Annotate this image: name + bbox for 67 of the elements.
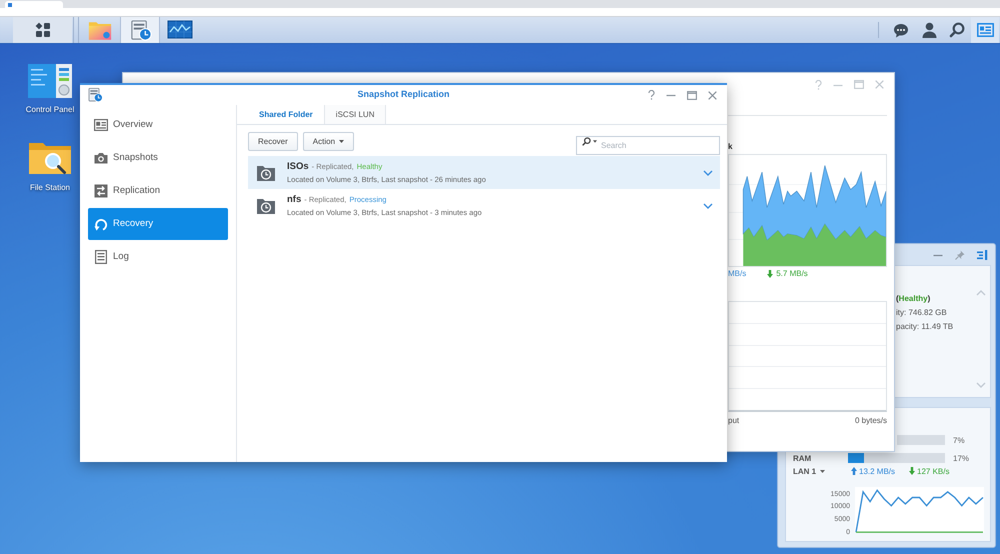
- caret-icon: [820, 470, 826, 472]
- legend-text: put: [728, 417, 740, 425]
- close-icon[interactable]: [708, 90, 717, 100]
- upload-rate: 13.2 MB/s: [859, 466, 896, 476]
- folder-name: nfs: [287, 194, 302, 204]
- sidebar-item[interactable]: Log: [88, 241, 228, 273]
- help-icon[interactable]: [815, 80, 822, 90]
- control-panel-icon: [28, 64, 72, 98]
- down-arrow-icon: [767, 270, 774, 278]
- colorful-folder-icon: [88, 20, 112, 40]
- main-menu-button[interactable]: [13, 17, 72, 43]
- capacity-text: ity: 746.82 GB: [896, 308, 948, 317]
- user-icon: [922, 22, 936, 38]
- id-card-icon: [94, 119, 108, 131]
- chart-monitor-icon: [167, 20, 193, 40]
- favicon-icon: [8, 2, 12, 6]
- browser-tab[interactable]: [5, 1, 63, 8]
- throughput-value: 0 bytes/s: [854, 417, 887, 425]
- help-icon[interactable]: [648, 90, 655, 100]
- desktop-shortcut[interactable]: File Station: [28, 140, 72, 192]
- panel-toggle-icon[interactable]: [977, 250, 988, 260]
- up-arrow-icon: [851, 467, 857, 475]
- down-arrow-icon: [909, 467, 916, 475]
- dropdown-button[interactable]: Action: [302, 132, 354, 151]
- sidebar-item[interactable]: Replication: [88, 175, 228, 207]
- document-list-icon: [95, 250, 107, 264]
- volume-status: (Healthy): [896, 294, 932, 303]
- upload-rate: MB/s: [728, 270, 746, 278]
- desktop-shortcut[interactable]: Control Panel: [26, 64, 74, 114]
- circular-arrow-icon: [94, 218, 108, 230]
- search-icon: [949, 22, 965, 38]
- maximize-icon[interactable]: [854, 80, 864, 89]
- grid-icon: [34, 22, 50, 38]
- folder-name: ISOs: [287, 162, 309, 172]
- chat-bubble-icon: [893, 22, 909, 38]
- chevron-down-icon[interactable]: [703, 202, 713, 208]
- sidebar-item[interactable]: Overview: [88, 109, 228, 141]
- server-clock-icon: [87, 87, 103, 103]
- server-clock-icon: [128, 18, 152, 42]
- maximize-icon[interactable]: [687, 90, 697, 100]
- chevron-down-icon[interactable]: [703, 170, 713, 176]
- widgets-icon: [976, 23, 994, 37]
- resource-label: RAM: [793, 454, 812, 462]
- folder-search-icon: [28, 140, 72, 176]
- capacity-text: pacity: 11.49 TB: [896, 322, 954, 331]
- usage-track: [897, 435, 945, 445]
- usage-percent: 17%: [953, 454, 970, 462]
- swap-arrows-icon: [94, 184, 108, 198]
- download-rate: 5.7 MB/s: [776, 270, 808, 278]
- camera-icon: [94, 152, 108, 164]
- toolbar-button[interactable]: Recover: [248, 132, 298, 151]
- search-field[interactable]: Search: [576, 136, 720, 155]
- search-icon: [582, 137, 591, 146]
- sidebar-item[interactable]: Snapshots: [88, 142, 228, 174]
- taskbar-app-button[interactable]: [120, 17, 160, 43]
- usage-percent: 7%: [953, 436, 965, 444]
- interface-dropdown[interactable]: LAN 1: [793, 466, 848, 476]
- tab[interactable]: iSCSI LUN: [324, 105, 386, 124]
- tray-button[interactable]: [971, 17, 999, 43]
- window-title: Snapshot Replication: [357, 88, 450, 102]
- close-icon[interactable]: [875, 80, 884, 89]
- sidebar-item[interactable]: Recovery: [88, 208, 228, 240]
- caret-icon: [593, 140, 597, 143]
- download-rate: 127 KB/s: [917, 466, 950, 476]
- caret-icon: [339, 140, 344, 143]
- section-title: k: [728, 143, 734, 151]
- pin-icon[interactable]: [955, 250, 965, 260]
